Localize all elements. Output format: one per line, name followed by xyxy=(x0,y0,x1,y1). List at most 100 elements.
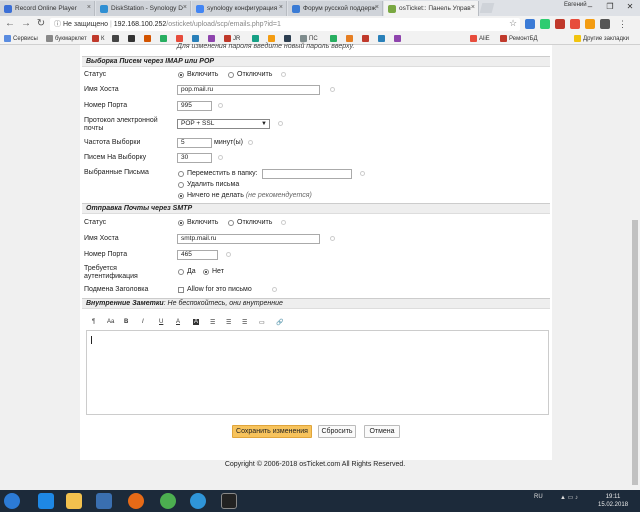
help-icon[interactable] xyxy=(281,72,286,77)
close-icon[interactable]: × xyxy=(471,4,475,11)
fetched-nothing-radio[interactable] xyxy=(178,193,184,199)
help-icon[interactable] xyxy=(278,121,283,126)
info-icon[interactable]: ⓘ xyxy=(54,21,61,28)
bookmark-item[interactable]: AliE xyxy=(470,35,490,42)
bookmark-item[interactable]: ПС xyxy=(300,35,318,42)
smtp-auth-no-radio[interactable] xyxy=(203,269,209,275)
app-icon[interactable] xyxy=(96,493,112,509)
close-icon[interactable]: × xyxy=(375,4,379,11)
smtp-auth-yes-radio[interactable] xyxy=(178,269,184,275)
help-icon[interactable] xyxy=(218,103,223,108)
explorer-icon[interactable] xyxy=(66,493,82,509)
text-color-icon[interactable]: A xyxy=(176,319,180,325)
minimize-button[interactable]: – xyxy=(580,0,600,14)
close-window-button[interactable]: ✕ xyxy=(620,0,640,14)
font-size-icon[interactable]: Aa xyxy=(107,319,114,325)
bookmark-item[interactable]: РемонтБД xyxy=(500,35,538,42)
notes-editor[interactable] xyxy=(86,330,549,415)
bookmark-item[interactable] xyxy=(362,35,371,42)
bold-icon[interactable]: B xyxy=(124,319,128,325)
cancel-button[interactable]: Отмена xyxy=(364,425,400,438)
ordered-list-icon[interactable]: ☰ xyxy=(242,319,247,326)
forward-arrow-icon[interactable]: → xyxy=(20,18,32,30)
bookmark-item[interactable] xyxy=(160,35,169,42)
underline-icon[interactable]: U xyxy=(159,319,163,325)
smtp-host-input[interactable]: smtp.mail.ru xyxy=(177,234,320,244)
imap-status-on-radio[interactable] xyxy=(178,72,184,78)
italic-icon[interactable]: I xyxy=(142,319,144,325)
help-icon[interactable] xyxy=(360,171,365,176)
help-icon[interactable] xyxy=(218,155,223,160)
scrollbar-thumb[interactable] xyxy=(632,220,638,485)
ie-icon[interactable] xyxy=(38,493,54,509)
help-icon[interactable] xyxy=(226,252,231,257)
bookmark-item[interactable]: Сервисы xyxy=(4,35,38,42)
bookmark-item[interactable] xyxy=(252,35,261,42)
other-bookmarks[interactable]: Другие закладки xyxy=(574,35,629,42)
move-folder-input[interactable] xyxy=(262,169,352,179)
paragraph-icon[interactable]: ¶ xyxy=(92,319,95,325)
close-icon[interactable]: × xyxy=(279,4,283,11)
help-icon[interactable] xyxy=(330,87,335,92)
close-icon[interactable]: × xyxy=(87,4,91,11)
bookmark-item[interactable] xyxy=(208,35,217,42)
bookmark-item[interactable] xyxy=(330,35,339,42)
bookmark-item[interactable] xyxy=(192,35,201,42)
imap-port-input[interactable]: 995 xyxy=(177,101,212,111)
reset-button[interactable]: Сбросить xyxy=(318,425,356,438)
imap-protocol-select[interactable]: POP + SSL ▼ xyxy=(177,119,270,129)
imap-frequency-input[interactable]: 5 xyxy=(177,138,212,148)
bookmark-item[interactable]: К xyxy=(92,35,105,42)
firefox-icon[interactable] xyxy=(128,493,144,509)
address-bar[interactable]: ⓘ Не защищено | 192.168.100.252/osticket/… xyxy=(50,18,520,31)
bookmark-item[interactable] xyxy=(112,35,121,42)
bookmark-item[interactable] xyxy=(284,35,293,42)
help-icon[interactable] xyxy=(281,220,286,225)
close-icon[interactable]: × xyxy=(183,4,187,11)
smtp-port-input[interactable]: 465 xyxy=(177,250,218,260)
tab-synology-forum[interactable]: Форум русской поддерж × xyxy=(288,1,383,16)
smtp-status-on-radio[interactable] xyxy=(178,220,184,226)
tab-osticket[interactable]: osTicket:: Панель Управ × xyxy=(384,1,479,16)
tab-diskstation[interactable]: DiskStation - Synology D × xyxy=(96,1,191,16)
tab-google-search[interactable]: synology конфигурация × xyxy=(192,1,287,16)
extension-icon[interactable] xyxy=(555,19,565,29)
clock[interactable]: 19:11 15.02.2018 xyxy=(598,493,628,509)
bookmark-item[interactable] xyxy=(176,35,185,42)
tab-record-online-player[interactable]: Record Online Player × xyxy=(0,1,95,16)
help-icon[interactable] xyxy=(330,236,335,241)
menu-icon[interactable]: ⋮ xyxy=(618,19,628,29)
bookmark-item[interactable] xyxy=(268,35,277,42)
unordered-list-icon[interactable]: ☰ xyxy=(226,319,231,326)
bookmark-item[interactable] xyxy=(346,35,355,42)
start-icon[interactable] xyxy=(4,493,20,509)
extension-icon[interactable] xyxy=(540,19,550,29)
table-icon[interactable]: ▭ xyxy=(259,319,265,326)
extension-icon[interactable] xyxy=(570,19,580,29)
tray-icons[interactable]: ▲ ▭ ♪ xyxy=(560,494,578,501)
fetched-delete-radio[interactable] xyxy=(178,182,184,188)
extension-icon[interactable] xyxy=(525,19,535,29)
reload-icon[interactable]: ↻ xyxy=(35,18,47,30)
imap-status-off-radio[interactable] xyxy=(228,72,234,78)
smtp-spoof-checkbox[interactable] xyxy=(178,287,184,293)
extension-icon[interactable] xyxy=(585,19,595,29)
back-arrow-icon[interactable]: ← xyxy=(4,18,16,30)
smtp-status-off-radio[interactable] xyxy=(228,220,234,226)
bookmark-item[interactable] xyxy=(378,35,387,42)
new-tab-button[interactable] xyxy=(479,3,495,13)
bookmark-item[interactable] xyxy=(394,35,403,42)
bookmark-item[interactable] xyxy=(144,35,153,42)
extension-icon[interactable] xyxy=(600,19,610,29)
language-indicator[interactable]: RU xyxy=(534,494,543,500)
align-icon[interactable]: ☰ xyxy=(210,319,215,326)
terminal-icon[interactable] xyxy=(221,493,237,509)
bookmark-item[interactable]: букмарклет xyxy=(46,35,87,42)
bookmark-item[interactable]: JR xyxy=(224,35,240,42)
bookmark-item[interactable] xyxy=(128,35,137,42)
help-icon[interactable] xyxy=(248,140,253,145)
help-icon[interactable] xyxy=(272,287,277,292)
imap-host-input[interactable]: pop.mail.ru xyxy=(177,85,320,95)
fetched-move-radio[interactable] xyxy=(178,171,184,177)
imap-perfetch-input[interactable]: 30 xyxy=(177,153,212,163)
